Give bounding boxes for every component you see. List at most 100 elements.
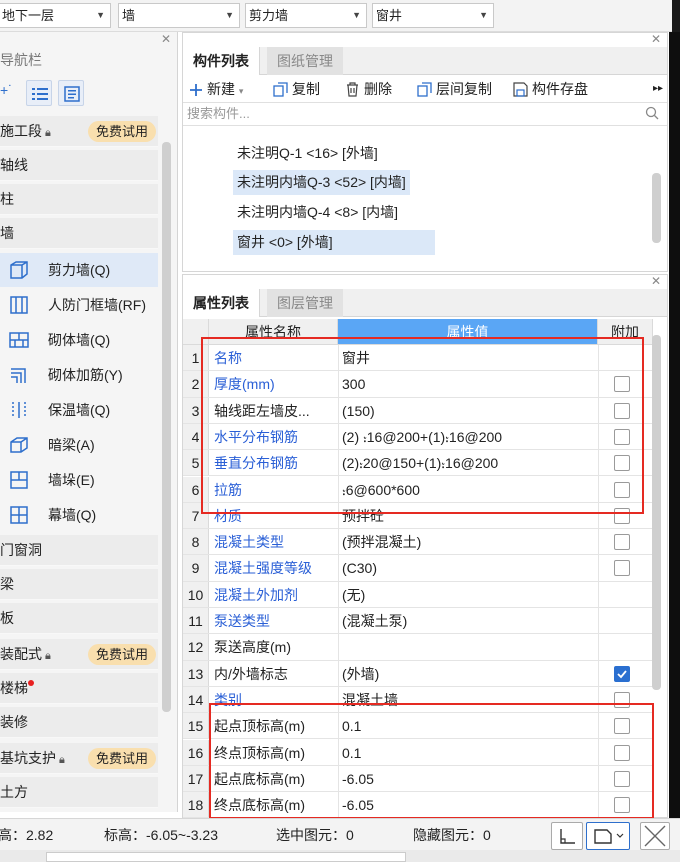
nav-category-decoration[interactable]: 装修 xyxy=(0,707,158,738)
property-row[interactable]: 13 内/外墙标志 (外墙) xyxy=(183,660,653,687)
nav-category-slab[interactable]: 板 xyxy=(0,603,158,634)
property-value[interactable]: (C30) xyxy=(342,555,377,581)
nav-category-beam[interactable]: 梁 xyxy=(0,569,158,600)
property-value[interactable]: (无) xyxy=(342,582,365,608)
close-icon[interactable]: ✕ xyxy=(651,32,661,46)
component-select[interactable]: 窗井 ▼ xyxy=(372,3,494,28)
property-scrollbar[interactable] xyxy=(652,335,661,690)
property-value[interactable]: (150) xyxy=(342,398,375,424)
property-value[interactable]: 0.1 xyxy=(342,740,361,766)
property-value[interactable]: 窗井 xyxy=(342,345,370,371)
nav-item-curtain-wall[interactable]: 幕墙(Q) xyxy=(0,498,158,532)
tab-property-list[interactable]: 属性列表 xyxy=(183,289,260,317)
cross-select-button[interactable] xyxy=(640,822,670,850)
free-trial-badge[interactable]: 免费试用 xyxy=(87,121,156,142)
checkbox[interactable] xyxy=(614,718,630,735)
nav-item-civil-defense-wall[interactable]: 人防门框墙(RF) xyxy=(0,288,158,322)
type-select[interactable]: 剪力墙 ▼ xyxy=(245,3,367,28)
nav-category-wall[interactable]: 墙 xyxy=(0,218,158,249)
property-value[interactable]: ⹎6@600*600 xyxy=(342,477,420,503)
property-value[interactable]: (2) ⹎16@200+(1)⹎16@200 xyxy=(342,424,502,450)
copy-button[interactable]: 复制 xyxy=(273,79,320,99)
checkbox[interactable] xyxy=(614,428,630,445)
component-item[interactable]: 未注明内墙Q-3 <52> [内墙] xyxy=(233,170,410,195)
nav-item-masonry-wall[interactable]: 砌体墙(Q) xyxy=(0,323,158,357)
nav-item-hidden-beam[interactable]: 暗梁(A) xyxy=(0,428,158,462)
property-value[interactable]: -6.05 xyxy=(342,792,374,818)
save-component-button[interactable]: 构件存盘 xyxy=(513,79,588,99)
property-row[interactable]: 16 终点顶标高(m) 0.1 xyxy=(183,739,653,766)
property-row[interactable]: 15 起点顶标高(m) 0.1 xyxy=(183,713,653,740)
sparkle-add-icon[interactable]: +˙ xyxy=(0,82,13,98)
checkbox[interactable] xyxy=(614,481,630,498)
floor-copy-button[interactable]: 层间复制 xyxy=(417,79,492,99)
nav-category-prefab[interactable]: 装配式 🔒︎ 免费试用 xyxy=(0,639,158,670)
component-item[interactable]: 未注明Q-1 <16> [外墙] xyxy=(233,141,382,166)
property-row[interactable]: 3 轴线距左墙皮... (150) xyxy=(183,397,653,424)
property-row[interactable]: 18 终点底标高(m) -6.05 xyxy=(183,792,653,819)
more-tools-icon[interactable]: ▸▸ xyxy=(653,79,663,99)
property-row[interactable]: 2 厚度(mm) 300 xyxy=(183,371,653,398)
nav-item-shear-wall[interactable]: 剪力墙(Q) xyxy=(0,253,158,287)
property-row[interactable]: 9 混凝土强度等级 (C30) xyxy=(183,555,653,582)
property-row[interactable]: 14 类别 混凝土墙 xyxy=(183,686,653,714)
property-row[interactable]: 6 拉筋 ⹎6@600*600 xyxy=(183,476,653,503)
property-value[interactable]: 预拌砼 xyxy=(342,503,384,529)
checkbox[interactable] xyxy=(614,744,630,761)
property-value[interactable]: (2)⹎20@150+(1)⹎16@200 xyxy=(342,450,498,476)
selection-mode-button[interactable] xyxy=(586,822,630,850)
property-row[interactable]: 1 名称 窗井 xyxy=(183,345,653,372)
nav-category-construction-segment[interactable]: 施工段 🔒︎ 免费试用 xyxy=(0,116,158,147)
property-row[interactable]: 10 混凝土外加剂 (无) xyxy=(183,581,653,608)
property-row[interactable]: 5 垂直分布钢筋 (2)⹎20@150+(1)⹎16@200 xyxy=(183,450,653,477)
floor-select[interactable]: 地下一层 ▼ xyxy=(0,3,111,28)
component-search-input[interactable]: 搜索构件... xyxy=(183,102,667,126)
component-item-selected[interactable]: 窗井 <0> [外墙] xyxy=(233,230,435,255)
free-trial-badge[interactable]: 免费试用 xyxy=(87,644,156,665)
property-row[interactable]: 12 泵送高度(m) xyxy=(183,634,653,661)
component-item[interactable]: 未注明内墙Q-4 <8> [内墙] xyxy=(233,200,402,225)
nav-category-door-window[interactable]: 门窗洞 xyxy=(0,535,158,566)
checkbox[interactable] xyxy=(614,560,630,577)
tab-layer-management[interactable]: 图层管理 xyxy=(267,289,343,317)
component-list-scrollbar[interactable] xyxy=(652,173,661,243)
checkbox[interactable] xyxy=(614,507,630,524)
nav-item-masonry-rebar[interactable]: 砌体加筋(Y) xyxy=(0,358,158,392)
nav-category-stairs[interactable]: 楼梯 xyxy=(0,673,158,704)
property-value[interactable]: -6.05 xyxy=(342,766,374,792)
nav-item-wall-pier[interactable]: 墙垛(E) xyxy=(0,463,158,497)
property-value[interactable]: 0.1 xyxy=(342,713,361,739)
checkbox[interactable] xyxy=(614,770,630,787)
detail-view-button[interactable] xyxy=(58,80,84,106)
property-value[interactable]: 300 xyxy=(342,371,365,397)
delete-button[interactable]: 删除 xyxy=(345,79,392,99)
checked-checkbox[interactable] xyxy=(614,665,630,682)
free-trial-badge[interactable]: 免费试用 xyxy=(87,748,156,769)
ortho-toggle-button[interactable] xyxy=(551,822,583,850)
checkbox[interactable] xyxy=(614,455,630,472)
checkbox[interactable] xyxy=(614,534,630,551)
close-icon[interactable]: ✕ xyxy=(651,274,661,288)
property-row[interactable]: 17 起点底标高(m) -6.05 xyxy=(183,765,653,793)
nav-category-axis[interactable]: 轴线 xyxy=(0,150,158,181)
category-select[interactable]: 墙 ▼ xyxy=(118,3,240,28)
search-icon[interactable] xyxy=(645,106,659,120)
close-icon[interactable]: ✕ xyxy=(0,32,177,46)
checkbox[interactable] xyxy=(614,797,630,814)
nav-item-insulation-wall[interactable]: 保温墙(Q) xyxy=(0,393,158,427)
checkbox[interactable] xyxy=(614,376,630,393)
bottom-input[interactable] xyxy=(46,852,406,862)
checkbox[interactable] xyxy=(614,691,630,708)
checkbox[interactable] xyxy=(614,402,630,419)
property-value[interactable]: (预拌混凝土) xyxy=(342,529,421,555)
property-row[interactable]: 8 混凝土类型 (预拌混凝土) xyxy=(183,529,653,556)
nav-category-earthwork[interactable]: 土方 xyxy=(0,777,158,808)
property-value[interactable]: 混凝土墙 xyxy=(342,687,398,713)
nav-scrollbar[interactable] xyxy=(162,142,171,712)
new-button[interactable]: 新建 ▾ xyxy=(189,79,243,99)
list-view-button[interactable] xyxy=(26,80,52,106)
property-row[interactable]: 4 水平分布钢筋 (2) ⹎16@200+(1)⹎16@200 xyxy=(183,423,653,451)
tab-drawing-management[interactable]: 图纸管理 xyxy=(267,47,343,75)
property-row[interactable]: 7 材质 预拌砼 xyxy=(183,502,653,530)
tab-component-list[interactable]: 构件列表 xyxy=(183,47,260,75)
